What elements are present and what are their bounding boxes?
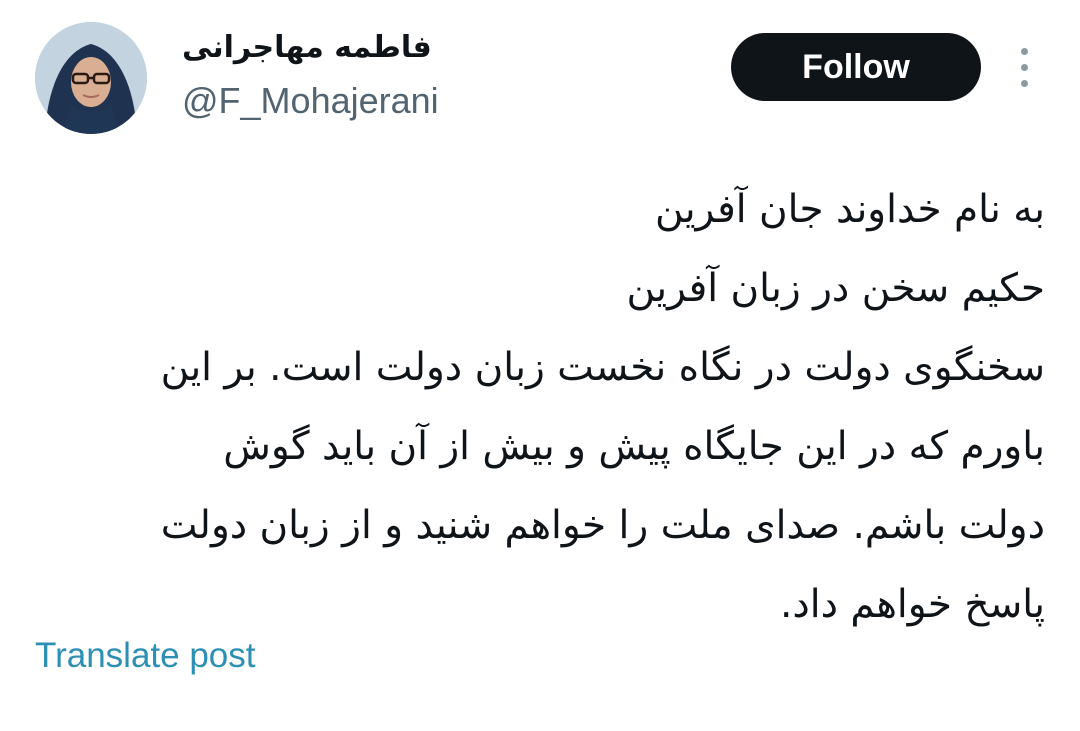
translate-post-link[interactable]: Translate post <box>35 636 255 676</box>
post-text-line: دولت باشم. صدای ملت را خواهم شنید و از ز… <box>160 503 1045 548</box>
post-text: به نام خداوند جان آفرین حکیم سخن در زبان… <box>35 170 1045 644</box>
author-display-name[interactable]: فاطمه مهاجرانی <box>182 30 432 65</box>
post-text-line: حکیم سخن در زبان آفرین <box>626 266 1045 311</box>
follow-button[interactable]: Follow <box>731 33 981 101</box>
post-text-line: پاسخ خواهم داد. <box>780 582 1045 627</box>
avatar-image <box>35 22 147 134</box>
post-text-line: سخنگوی دولت در نگاه نخست زبان دولت است. … <box>160 345 1045 390</box>
avatar[interactable] <box>35 22 147 134</box>
author-handle[interactable]: @F_Mohajerani <box>182 80 439 122</box>
post-card: فاطمه مهاجرانی @F_Mohajerani Follow به ن… <box>0 0 1080 731</box>
post-text-line: باورم که در این جایگاه پیش و بیش از آن ب… <box>223 424 1045 469</box>
more-vertical-icon[interactable] <box>1014 48 1036 88</box>
post-text-line: به نام خداوند جان آفرین <box>655 187 1045 232</box>
